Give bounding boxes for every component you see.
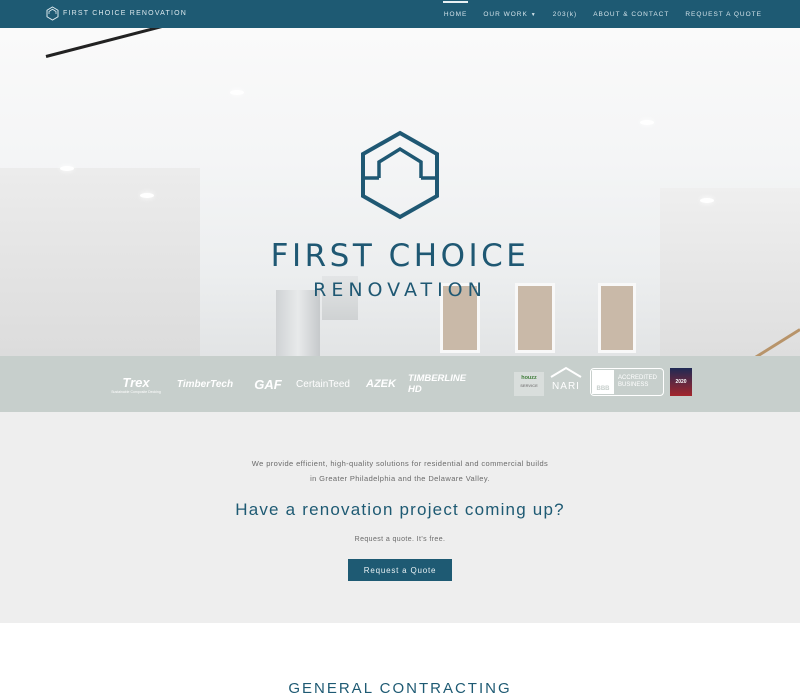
intro-line-1: We provide efficient, high-quality solut… bbox=[251, 459, 549, 468]
nari-logo: NARI bbox=[548, 366, 584, 398]
top-navigation-bar: FIRST CHOICE RENOVATION HOME OUR WORK ▼ 2… bbox=[0, 0, 800, 28]
gaf-logo: GAF bbox=[254, 376, 282, 392]
nari-logo-text: NARI bbox=[552, 381, 580, 392]
azek-logo: AZEK bbox=[366, 378, 396, 390]
timbertech-logo: TimberTech bbox=[176, 378, 234, 390]
roof-icon bbox=[550, 366, 582, 378]
intro-line-2: in Greater Philadelphia and the Delaware… bbox=[310, 474, 490, 483]
hero-banner: FIRST CHOICE RENOVATION bbox=[0, 28, 800, 356]
brand-name: FIRST CHOICE RENOVATION bbox=[63, 9, 188, 17]
houzz-badge-name: houzz bbox=[521, 375, 537, 381]
timberline-logo: TIMBERLINE HD bbox=[408, 373, 467, 395]
request-quote-button[interactable]: Request a Quote bbox=[348, 559, 452, 581]
house-logo-icon bbox=[46, 5, 59, 21]
main-menu: HOME OUR WORK ▼ 203(k) ABOUT & CONTACT RE… bbox=[428, 0, 762, 28]
nav-item-home[interactable]: HOME bbox=[442, 0, 468, 18]
trex-logo-tagline: Sustainable Composite Decking bbox=[111, 389, 161, 394]
nav-item-request-quote[interactable]: REQUEST A QUOTE bbox=[685, 11, 762, 18]
hero-subtitle: RENOVATION bbox=[313, 279, 487, 301]
trex-logo: Trex Sustainable Composite Decking bbox=[110, 356, 162, 412]
ceiling-light bbox=[230, 90, 244, 95]
ceiling-light bbox=[140, 193, 154, 198]
bbb-accredited-badge: BBB ACCREDITED BUSINESS bbox=[590, 368, 664, 396]
houzz-badge: houzz SERVICE bbox=[514, 372, 544, 396]
trex-logo-text: Trex bbox=[122, 374, 150, 390]
bbb-text-line-2: BUSINESS bbox=[618, 382, 649, 388]
bbb-text-line-1: ACCREDITED bbox=[618, 375, 658, 381]
ceiling-beam bbox=[45, 28, 347, 58]
ceiling-light bbox=[700, 198, 714, 203]
intro-description: We provide efficient, high-quality solut… bbox=[0, 456, 800, 486]
ceiling-light bbox=[640, 120, 654, 125]
houzz-badge-tag: SERVICE bbox=[520, 383, 538, 388]
intro-heading: Have a renovation project coming up? bbox=[235, 500, 565, 519]
section-title: GENERAL CONTRACTING bbox=[288, 680, 512, 697]
brand-logo-link[interactable]: FIRST CHOICE RENOVATION bbox=[46, 5, 187, 21]
nav-item-203k[interactable]: 203(k) bbox=[553, 11, 577, 18]
nav-item-about-contact[interactable]: ABOUT & CONTACT bbox=[593, 11, 669, 18]
intro-subtext: Request a quote. It's free. bbox=[354, 536, 446, 543]
intro-section: We provide efficient, high-quality solut… bbox=[0, 412, 800, 623]
bbb-badge-text: ACCREDITED BUSINESS bbox=[618, 375, 657, 389]
bbb-seal-icon: BBB bbox=[592, 370, 614, 394]
ceiling-light bbox=[60, 166, 74, 171]
chevron-down-icon: ▼ bbox=[530, 11, 537, 18]
house-logo-icon bbox=[361, 130, 439, 220]
nav-item-our-work-label: OUR WORK bbox=[483, 10, 528, 18]
award-badge: 2020 bbox=[670, 368, 692, 396]
certainteed-logo: CertainTeed bbox=[296, 378, 350, 390]
nav-item-our-work[interactable]: OUR WORK ▼ bbox=[483, 11, 536, 18]
hero-title: FIRST CHOICE bbox=[270, 238, 530, 274]
